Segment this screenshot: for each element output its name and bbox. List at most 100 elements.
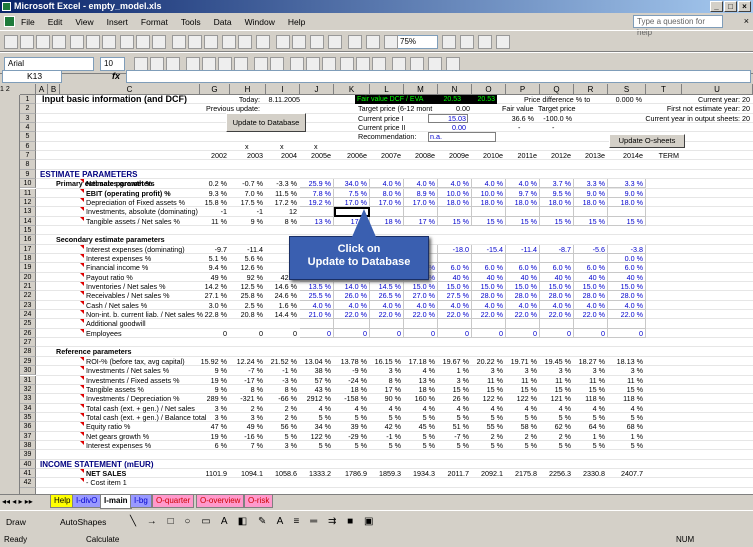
toolbar-icon-21[interactable] — [366, 35, 380, 49]
input-cell[interactable] — [506, 253, 540, 264]
toolbar-icon-6[interactable] — [102, 35, 116, 49]
row-header-27[interactable]: 27 — [20, 338, 36, 348]
input-cell[interactable] — [472, 319, 506, 329]
toolbar-icon-15[interactable] — [256, 35, 270, 49]
row-header-35[interactable]: 35 — [20, 412, 36, 423]
column-header-q[interactable]: Q — [540, 84, 574, 95]
row-header-37[interactable]: 37 — [20, 431, 36, 441]
toolbar-icon-23[interactable] — [442, 35, 456, 49]
draw-menu[interactable]: Draw — [6, 517, 26, 527]
row-header-38[interactable]: 38 — [20, 440, 36, 451]
toolbar-icon-13[interactable] — [222, 35, 236, 49]
input-cell[interactable] — [540, 253, 574, 264]
input-cell[interactable] — [472, 207, 506, 217]
input-cell[interactable] — [404, 319, 438, 329]
row-header-36[interactable]: 36 — [20, 422, 36, 432]
input-cell[interactable] — [438, 253, 472, 264]
toolbar-icon-7[interactable] — [120, 35, 134, 49]
input-cell[interactable] — [540, 207, 574, 217]
row-header-32[interactable]: 32 — [20, 384, 36, 395]
toolbar-icon-2[interactable] — [36, 35, 50, 49]
help-search-input[interactable]: Type a question for help — [633, 15, 723, 37]
row-header-20[interactable]: 20 — [20, 272, 36, 282]
column-header-c[interactable]: C — [60, 84, 200, 95]
row-header-19[interactable]: 19 — [20, 263, 36, 273]
row-header-40[interactable]: 40 — [20, 459, 36, 469]
tab-i-main[interactable]: I-main — [100, 495, 132, 509]
toolbar-icon-3[interactable] — [52, 35, 66, 49]
row-header-5[interactable]: 5 — [20, 132, 36, 142]
row-header-1[interactable]: 1 — [20, 95, 36, 105]
row-header-25[interactable]: 25 — [20, 319, 36, 329]
maximize-button[interactable]: □ — [724, 1, 737, 12]
toolbar-icon-10[interactable] — [172, 35, 186, 49]
row-header-29[interactable]: 29 — [20, 356, 36, 367]
input-cell[interactable] — [608, 319, 646, 329]
menu-tools[interactable]: Tools — [181, 17, 201, 27]
tab-o-risk[interactable]: O-risk — [244, 495, 274, 508]
menu-data[interactable]: Data — [214, 17, 232, 27]
workbook-icon[interactable] — [4, 16, 15, 27]
outline-levels[interactable]: 1 2 — [0, 84, 20, 95]
toolbar-icon-12[interactable] — [204, 35, 218, 49]
toolbar-icon-24[interactable] — [460, 35, 474, 49]
close-button[interactable]: × — [738, 1, 751, 12]
toolbar-icon-11[interactable] — [188, 35, 202, 49]
outline-gutter[interactable] — [0, 95, 20, 494]
row-header-31[interactable]: 31 — [20, 375, 36, 385]
input-cell[interactable] — [438, 207, 472, 217]
menu-file[interactable]: File — [21, 17, 35, 27]
column-header-h[interactable]: H — [230, 84, 266, 95]
toolbar-icon-25[interactable] — [478, 35, 492, 49]
row-header-17[interactable]: 17 — [20, 244, 36, 254]
row-header-18[interactable]: 18 — [20, 253, 36, 264]
input-cell[interactable] — [300, 207, 334, 217]
toolbar-icon-20[interactable] — [348, 35, 362, 49]
select-all-corner[interactable] — [20, 84, 36, 95]
row-header-13[interactable]: 13 — [20, 207, 36, 217]
row-header-14[interactable]: 14 — [20, 216, 36, 226]
input-cell[interactable] — [574, 253, 608, 264]
tab-scroll-icons[interactable]: ◂◂ ◂ ▸ ▸▸ — [2, 497, 33, 506]
toolbar-icon-0[interactable] — [4, 35, 18, 49]
spreadsheet-grid[interactable]: ABCGHIJKLMNOPQRSTU 1 2 1 2 3 4 5 6 7 8 9 10 11 12 13… — [0, 84, 753, 494]
column-header-s[interactable]: S — [608, 84, 646, 95]
toolbar-icon-5[interactable] — [86, 35, 100, 49]
column-header-m[interactable]: M — [404, 84, 438, 95]
toolbar-icon-17[interactable] — [292, 35, 306, 49]
workbook-close-icon[interactable]: × — [744, 16, 749, 26]
toolbar-icon-1[interactable] — [20, 35, 34, 49]
row-header-9[interactable]: 9 — [20, 169, 36, 180]
input-cell[interactable] — [506, 319, 540, 329]
row-header-34[interactable]: 34 — [20, 403, 36, 413]
tab-o-quarter[interactable]: O-quarter — [152, 495, 195, 508]
row-header-10[interactable]: 10 — [20, 179, 36, 189]
row-header-41[interactable]: 41 — [20, 469, 36, 479]
toolbar-icon-9[interactable] — [152, 35, 166, 49]
update-o-sheets-button[interactable]: Update O-sheets — [609, 134, 685, 149]
toolbar-icon-26[interactable] — [496, 35, 510, 49]
column-header-o[interactable]: O — [472, 84, 506, 95]
row-header-7[interactable]: 7 — [20, 151, 36, 161]
column-header-g[interactable]: G — [200, 84, 230, 95]
menu-format[interactable]: Format — [141, 17, 168, 27]
column-header-b[interactable]: B — [48, 84, 60, 95]
row-header-30[interactable]: 30 — [20, 366, 36, 376]
tab-i-bg[interactable]: I-bg — [130, 495, 152, 508]
column-header-i[interactable]: I — [266, 84, 300, 95]
row-header-21[interactable]: 21 — [20, 282, 36, 292]
column-header-j[interactable]: J — [300, 84, 334, 95]
row-header-22[interactable]: 22 — [20, 291, 36, 301]
row-header-23[interactable]: 23 — [20, 300, 36, 311]
column-header-r[interactable]: R — [574, 84, 608, 95]
menu-view[interactable]: View — [75, 17, 93, 27]
row-header-33[interactable]: 33 — [20, 394, 36, 404]
input-cell[interactable] — [438, 319, 472, 329]
menu-window[interactable]: Window — [245, 17, 275, 27]
column-header-t[interactable]: T — [646, 84, 682, 95]
column-header-a[interactable]: A — [36, 84, 48, 95]
toolbar-icon-18[interactable] — [310, 35, 324, 49]
input-cell[interactable] — [574, 207, 608, 217]
row-header-12[interactable]: 12 — [20, 197, 36, 208]
menu-insert[interactable]: Insert — [107, 17, 128, 27]
